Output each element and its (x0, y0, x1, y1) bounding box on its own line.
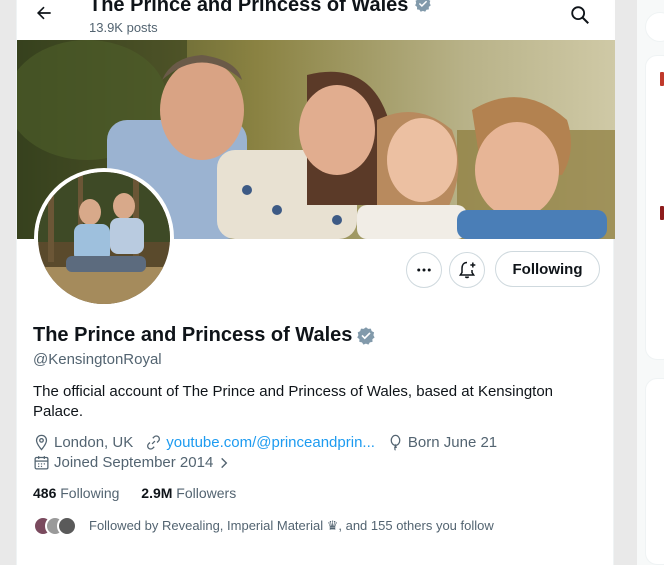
following-button[interactable]: Following (495, 251, 600, 287)
profile-meta: London, UK youtube.com/@princeandprin...… (33, 434, 509, 451)
joined[interactable]: Joined September 2014 (33, 454, 213, 471)
following-label: Following (60, 485, 120, 501)
profile-handle: @KensingtonRoyal (33, 351, 162, 368)
website-link[interactable]: youtube.com/@princeandprin... (166, 434, 375, 451)
followers-count-link[interactable]: 2.9M Followers (141, 485, 236, 501)
profile-column: The Prince and Princess of Wales 13.9K p… (16, 0, 615, 565)
bell-plus-icon (458, 261, 476, 279)
sidebar-card-lower (645, 378, 664, 565)
followed-by-text: Followed by Revealing, Imperial Material… (89, 518, 494, 533)
verified-badge-icon (415, 0, 431, 12)
follow-stats: 486 Following 2.9M Followers (33, 485, 254, 501)
arrow-left-icon (36, 6, 51, 20)
chevron-right-icon (221, 457, 228, 468)
search-icon (571, 6, 589, 24)
search-button[interactable] (569, 4, 593, 28)
following-count-link[interactable]: 486 Following (33, 485, 119, 501)
profile-name: The Prince and Princess of Wales (33, 324, 353, 346)
calendar-icon (34, 456, 49, 470)
location-text: London, UK (54, 434, 134, 451)
avatar-photo (38, 172, 170, 304)
profile-name-row: The Prince and Princess of Wales (33, 324, 376, 347)
following-count: 486 (33, 485, 57, 501)
joined-text: Joined September 2014 (54, 454, 214, 471)
more-button[interactable] (406, 252, 442, 288)
followed-by[interactable]: Followed by Revealing, Imperial Material… (33, 516, 494, 536)
verified-badge-icon[interactable] (356, 326, 376, 346)
link-icon (147, 435, 161, 450)
location: London, UK (33, 434, 133, 451)
avatar (57, 516, 77, 536)
website[interactable]: youtube.com/@princeandprin... (145, 434, 375, 451)
back-button[interactable] (31, 3, 57, 29)
header-title: The Prince and Princess of Wales (89, 0, 432, 17)
more-icon (417, 268, 431, 272)
header-title-text: The Prince and Princess of Wales (89, 0, 409, 16)
profile-header-bar: The Prince and Princess of Wales 13.9K p… (17, 0, 615, 40)
balloon-icon (390, 434, 401, 451)
profile-avatar[interactable] (34, 168, 174, 308)
sidebar-card (645, 55, 664, 360)
followers-count: 2.9M (141, 485, 173, 501)
joined-row[interactable]: Joined September 2014 (33, 454, 231, 471)
birthday: Born June 21 (387, 434, 497, 451)
born-text: Born June 21 (407, 434, 498, 451)
followers-label: Followers (176, 485, 237, 501)
avatar (38, 172, 170, 304)
notify-button[interactable] (449, 252, 485, 288)
post-count: 13.9K posts (89, 20, 158, 35)
location-pin-icon (35, 434, 48, 451)
profile-bio: The official account of The Prince and P… (33, 383, 554, 420)
